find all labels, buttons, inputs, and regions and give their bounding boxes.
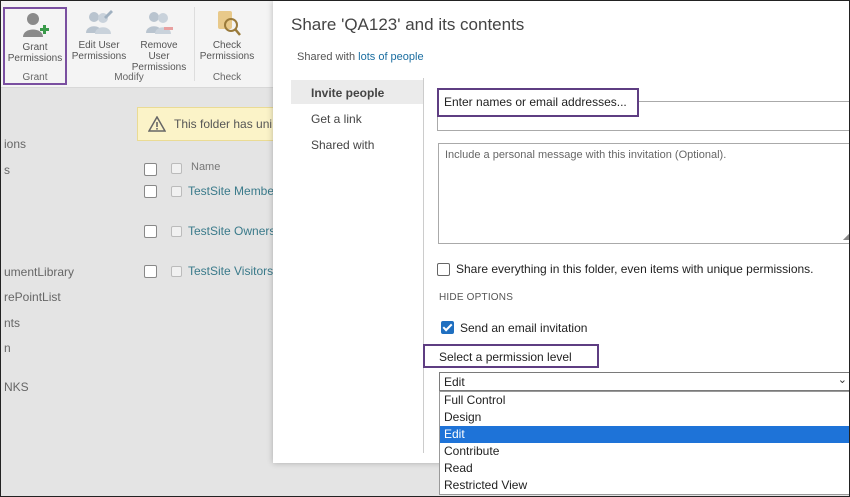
row-item-checkbox[interactable] — [171, 266, 182, 277]
check-permissions-label: Check Permissions — [199, 40, 255, 62]
remove-user-permissions-label: Remove User Permissions — [131, 40, 187, 73]
header-item-checkbox[interactable] — [171, 163, 182, 174]
shared-with-prefix: Shared with — [297, 51, 356, 63]
remove-users-icon — [146, 12, 173, 34]
nav-item[interactable]: nts — [4, 316, 20, 330]
ribbon-group-grant: Grant — [22, 72, 48, 83]
permission-selected-value: Edit — [444, 375, 465, 389]
permission-option[interactable]: Restricted View — [440, 477, 849, 494]
nav-item[interactable]: rePointList — [4, 290, 61, 304]
chevron-down-icon: ⌄ — [837, 374, 847, 386]
row-checkbox[interactable] — [144, 225, 157, 238]
send-email-label: Send an email invitation — [460, 321, 588, 335]
permission-option-selected[interactable]: Edit — [440, 426, 849, 443]
warning-icon — [148, 116, 166, 132]
permission-level-heading: Select a permission level — [423, 344, 599, 368]
nav-item[interactable]: umentLibrary — [4, 265, 74, 279]
screenshot-frame: Grant Permissions Edit User Permissions … — [0, 0, 850, 497]
tab-shared-with[interactable]: Shared with — [291, 132, 423, 156]
group-link-visitors[interactable]: TestSite Visitors — [188, 264, 273, 278]
tab-invite-people[interactable]: Invite people — [291, 80, 423, 104]
nav-item[interactable]: ions — [4, 137, 26, 151]
add-user-icon — [23, 13, 49, 37]
hide-options-link[interactable]: HIDE OPTIONS — [439, 292, 513, 303]
tab-get-a-link[interactable]: Get a link — [291, 106, 423, 130]
send-email-checkbox[interactable] — [441, 321, 454, 334]
permission-option[interactable]: Read — [440, 460, 849, 477]
share-everything-checkbox[interactable] — [437, 263, 450, 276]
nav-item[interactable]: n — [4, 341, 11, 355]
permission-option[interactable]: Contribute — [440, 443, 849, 460]
personal-message-textarea[interactable]: Include a personal message with this inv… — [438, 143, 849, 244]
edit-user-permissions-button[interactable]: Edit User Permissions — [69, 7, 129, 62]
share-everything-label: Share everything in this folder, even it… — [456, 262, 814, 276]
group-link-members[interactable]: TestSite Member — [188, 184, 278, 198]
row-checkbox[interactable] — [144, 185, 157, 198]
ribbon-group-modify: Modify — [114, 72, 144, 83]
warning-text: This folder has uni — [174, 117, 273, 131]
names-input[interactable]: Enter names or email addresses... — [437, 88, 639, 117]
dialog-title: Share 'QA123' and its contents — [291, 15, 525, 34]
edit-user-permissions-label: Edit User Permissions — [71, 40, 127, 62]
nav-item[interactable]: NKS — [4, 380, 29, 394]
select-all-checkbox[interactable] — [144, 163, 157, 176]
share-tabs: Invite people Get a link Shared with — [291, 78, 424, 453]
edit-users-icon — [86, 10, 113, 34]
ribbon-group-check: Check — [212, 72, 242, 83]
shared-with-link[interactable]: lots of people — [358, 51, 423, 63]
permission-option[interactable]: Full Control — [440, 392, 849, 409]
resize-grip-icon[interactable]: ◢ — [843, 232, 849, 241]
grant-permissions-label: Grant Permissions — [7, 42, 63, 64]
message-placeholder: Include a personal message with this inv… — [445, 149, 727, 161]
group-link-owners[interactable]: TestSite Owners — [188, 224, 275, 238]
check-permissions-button[interactable]: Check Permissions — [197, 7, 257, 62]
remove-user-permissions-button[interactable]: Remove User Permissions — [129, 7, 189, 73]
name-column-header[interactable]: Name — [191, 161, 220, 173]
ribbon-separator — [194, 7, 195, 81]
row-item-checkbox[interactable] — [171, 186, 182, 197]
check-permissions-icon — [218, 11, 241, 36]
row-checkbox[interactable] — [144, 265, 157, 278]
permission-level-select[interactable]: Edit ⌄ — [439, 372, 849, 391]
row-item-checkbox[interactable] — [171, 226, 182, 237]
permission-option[interactable]: Design — [440, 409, 849, 426]
shared-with-summary: Shared with lots of people — [297, 51, 424, 63]
permission-dropdown-list: Full Control Design Edit Contribute Read… — [439, 391, 849, 495]
nav-item[interactable]: s — [4, 163, 10, 177]
